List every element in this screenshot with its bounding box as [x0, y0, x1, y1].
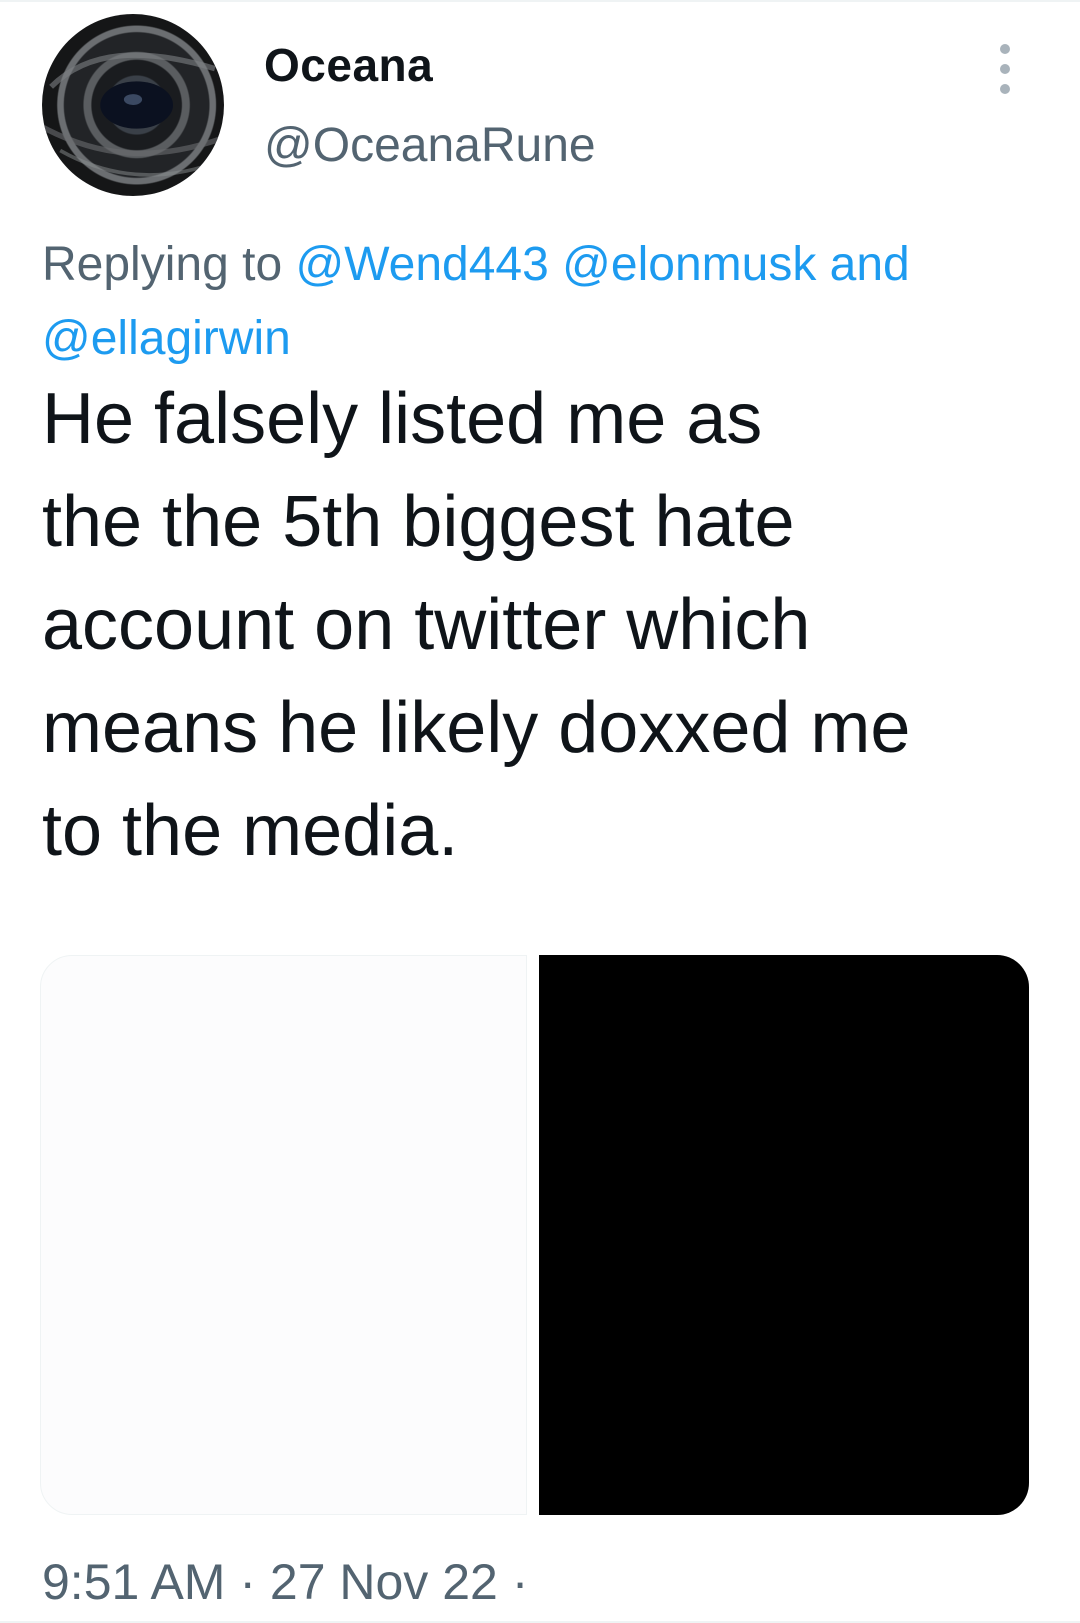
top-divider [0, 0, 1080, 2]
dot [1000, 84, 1010, 94]
timestamp[interactable]: 9:51 AM · 27 Nov 22 · [42, 1553, 528, 1611]
media-grid [40, 955, 1045, 1515]
tweet-line: account on twitter which [42, 585, 811, 665]
mention-and: and [816, 238, 910, 291]
avatar[interactable] [42, 14, 224, 196]
replying-to: Replying to @Wend443 @elonmusk and @ellag… [42, 228, 1042, 376]
display-name[interactable]: Oceana [264, 38, 433, 92]
whale-eye-icon [42, 52, 224, 177]
media-image-2[interactable] [539, 955, 1029, 1515]
dot [1000, 64, 1010, 74]
tweet-line: He falsely listed me as [42, 379, 763, 459]
user-handle[interactable]: @OceanaRune [264, 118, 596, 173]
media-image-1[interactable] [40, 955, 527, 1515]
tweet-line: to the media. [42, 791, 459, 871]
tweet-line: the the 5th biggest hate [42, 482, 795, 562]
mention-wend443[interactable]: @Wend443 [295, 238, 548, 291]
replying-to-label: Replying to [42, 238, 296, 291]
more-options-icon[interactable] [990, 44, 1020, 94]
mention-elonmusk[interactable]: @elonmusk [562, 238, 816, 291]
mention-ellagirwin[interactable]: @ellagirwin [42, 312, 291, 365]
dot [1000, 44, 1010, 54]
tweet-text: He falsely listed me as the the 5th bigg… [42, 368, 1032, 883]
tweet-line: means he likely doxxed me [42, 688, 911, 768]
